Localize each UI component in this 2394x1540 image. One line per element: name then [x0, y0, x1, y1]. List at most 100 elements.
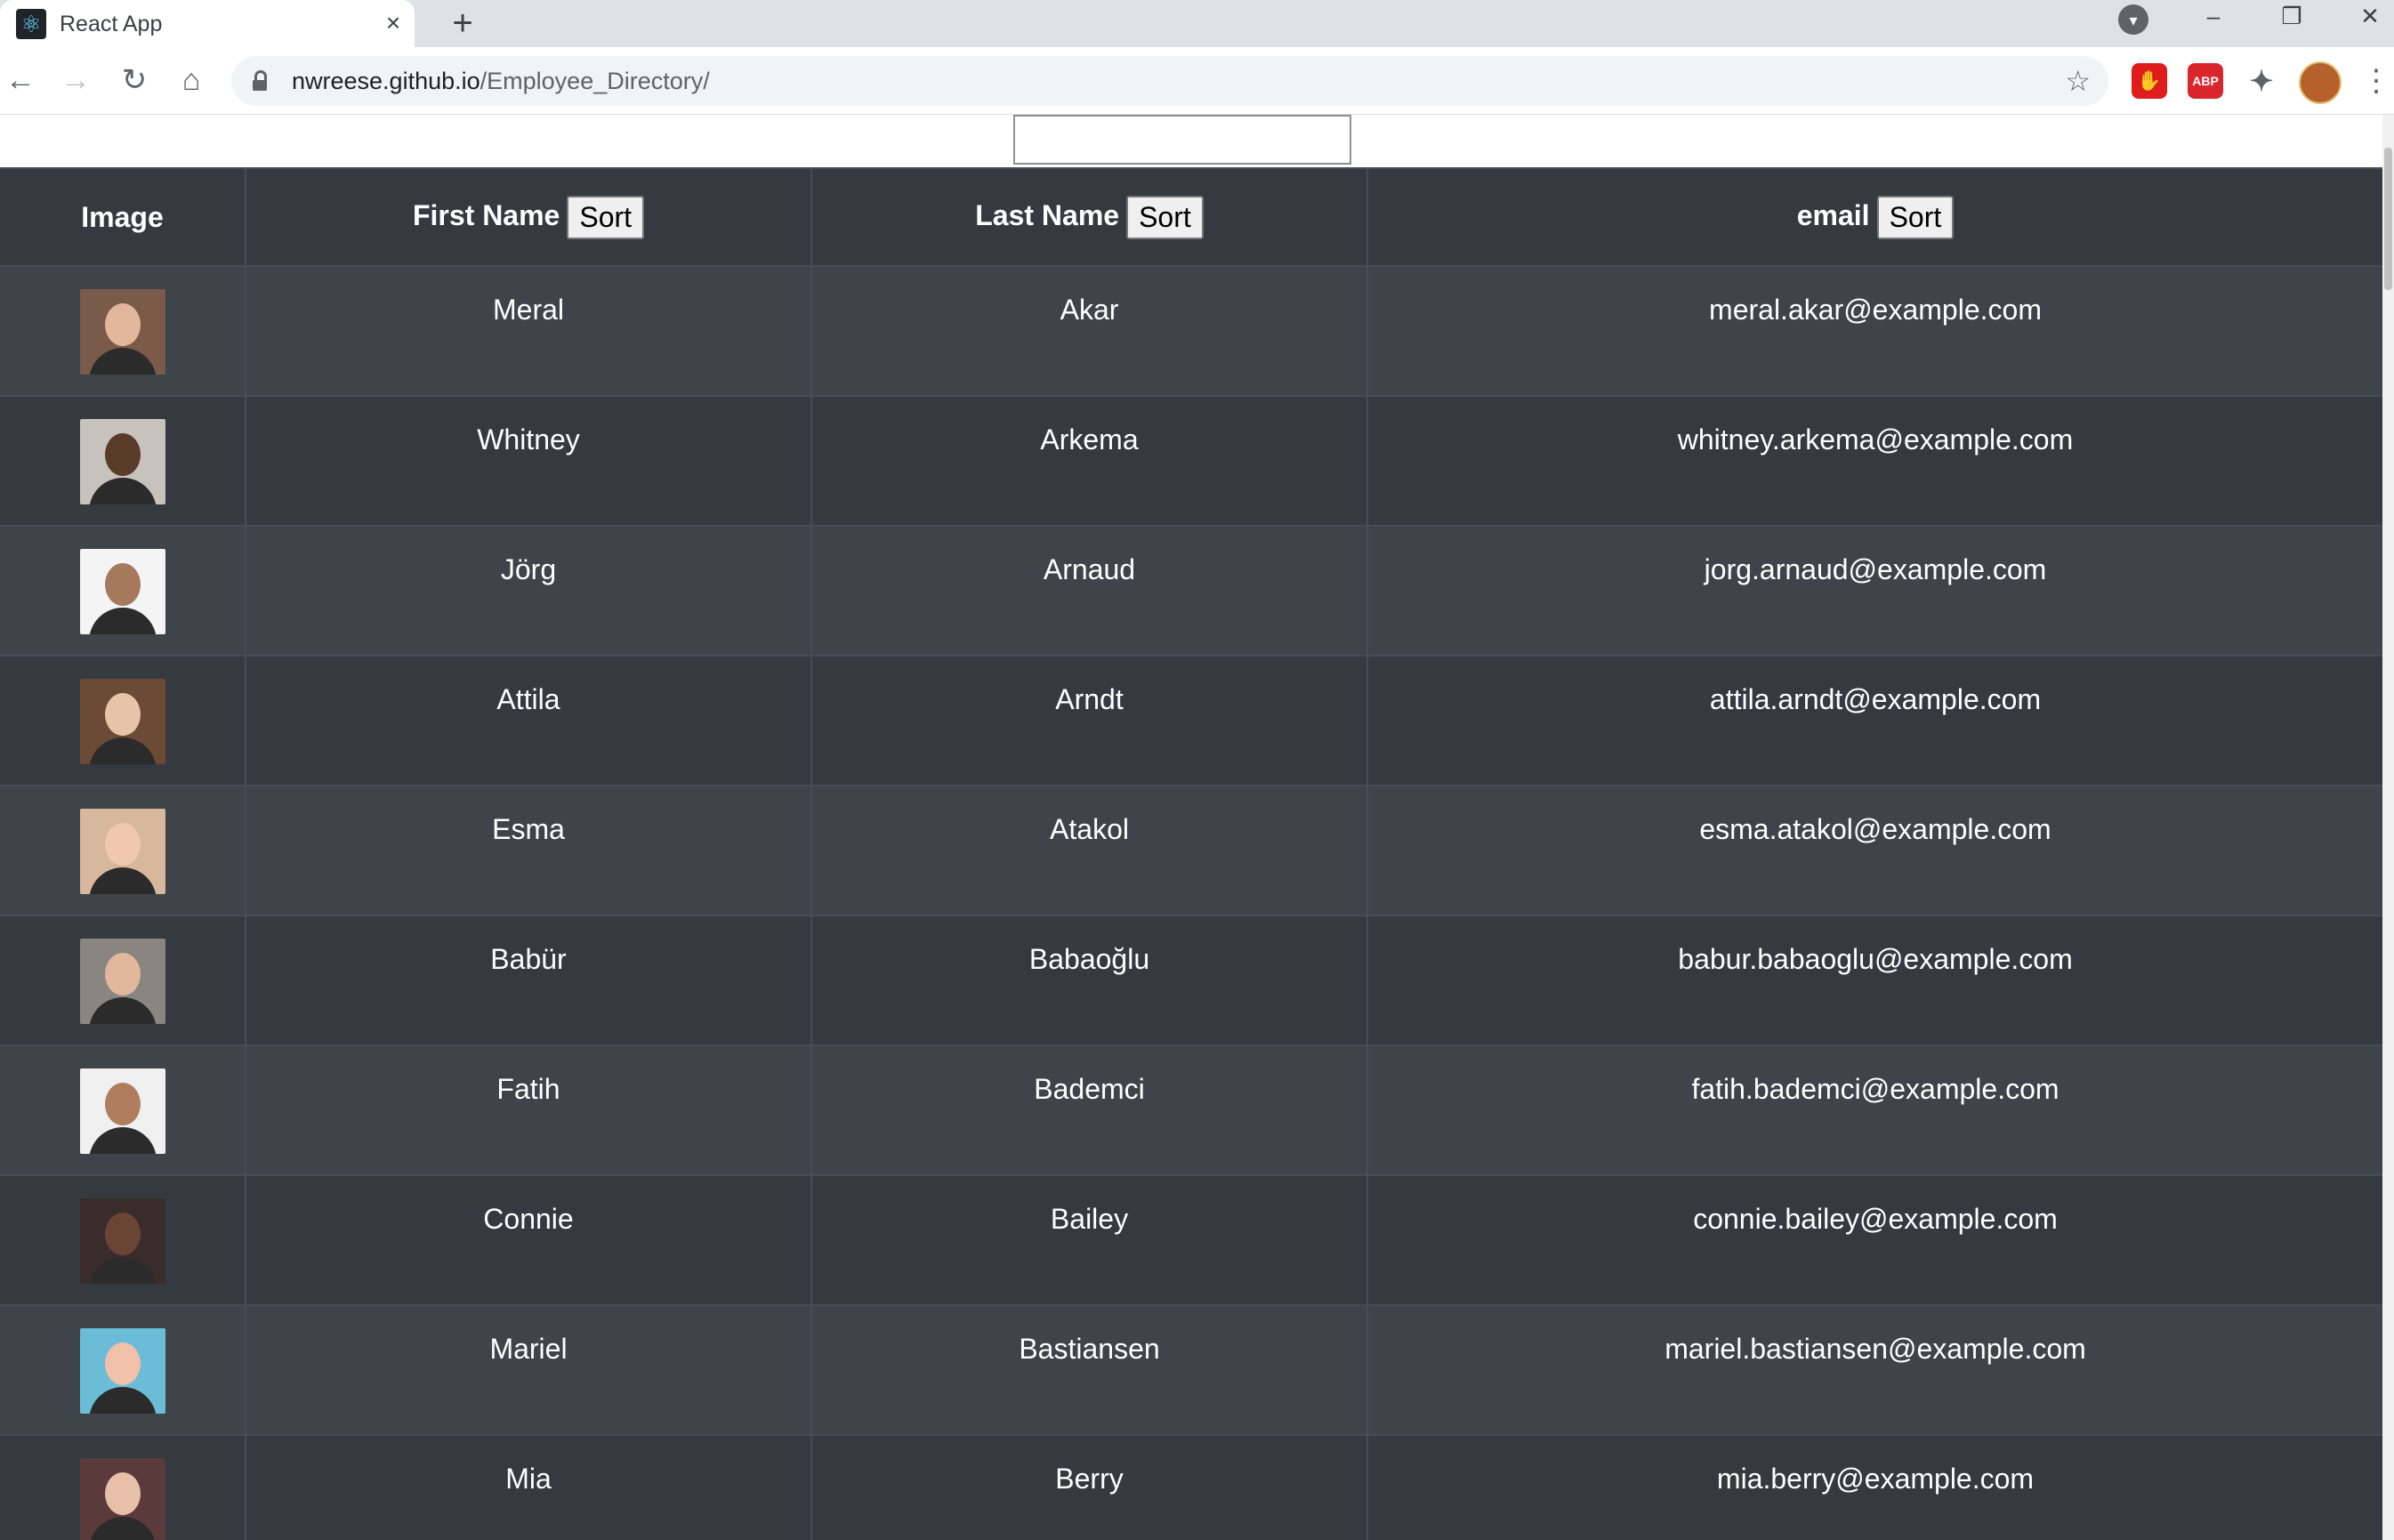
first-name-cell: Jörg [246, 525, 812, 656]
employee-photo [79, 1198, 165, 1284]
minimize-button[interactable]: – [2188, 0, 2238, 36]
image-cell [0, 785, 246, 915]
first-name-column-header: First Name Sort [246, 167, 812, 266]
browser-tab-strip: ⚛ React App × + ▾ – ❐ ✕ [0, 0, 2394, 47]
table-row: Meral Akar meral.akar@example.com [0, 265, 2382, 396]
employee-photo [79, 1458, 165, 1540]
url-host: nwreese.github.io [292, 68, 480, 94]
image-cell [0, 915, 246, 1045]
ublock-extension-icon[interactable]: ✋ [2132, 63, 2167, 99]
image-cell [0, 655, 246, 786]
first-name-cell: Fatih [246, 1044, 812, 1175]
table-row: Attila Arndt attila.arndt@example.com [0, 655, 2382, 786]
first-name-cell: Meral [246, 265, 812, 396]
first-name-cell: Mariel [246, 1304, 812, 1435]
employee-photo [79, 939, 165, 1024]
last-name-header-label: Last Name [975, 198, 1120, 231]
address-bar[interactable]: nwreese.github.io/Employee_Directory/ ☆ [231, 56, 2108, 106]
employee-table: Image First Name Sort Last Name Sort email… [0, 167, 2382, 1540]
table-row: Jörg Arnaud jorg.arnaud@example.com [0, 525, 2382, 656]
employee-photo [79, 1068, 165, 1154]
image-cell [0, 1434, 246, 1540]
close-window-button[interactable]: ✕ [2345, 0, 2394, 36]
email-cell: attila.arndt@example.com [1367, 655, 2382, 786]
home-icon[interactable]: ⌂ [171, 60, 212, 101]
tab-close-icon[interactable]: × [377, 7, 409, 39]
last-name-cell: Bademci [811, 1044, 1368, 1175]
email-cell: babur.babaoglu@example.com [1367, 915, 2382, 1045]
email-cell: whitney.arkema@example.com [1367, 395, 2382, 526]
email-cell: fatih.bademci@example.com [1367, 1044, 2382, 1175]
bookmark-star-icon[interactable]: ☆ [2065, 63, 2091, 99]
table-header-row: Image First Name Sort Last Name Sort email… [0, 167, 2382, 266]
extensions-puzzle-icon[interactable]: ✦ [2244, 63, 2279, 99]
browser-toolbar: ← → ↻ ⌂ nwreese.github.io/Employee_Direc… [0, 47, 2394, 115]
lock-icon[interactable] [253, 70, 267, 92]
employee-photo [79, 549, 165, 634]
email-cell: mia.berry@example.com [1367, 1434, 2382, 1540]
image-cell [0, 525, 246, 656]
last-name-cell: Arkema [811, 395, 1368, 526]
first-name-header-label: First Name [412, 198, 560, 231]
scrollbar-thumb[interactable] [2384, 148, 2392, 290]
search-input[interactable] [1013, 115, 1351, 165]
url-path: /Employee_Directory/ [480, 68, 710, 94]
page-scrollbar[interactable] [2382, 115, 2394, 1540]
table-row: Mia Berry mia.berry@example.com [0, 1434, 2382, 1540]
email-cell: meral.akar@example.com [1367, 265, 2382, 396]
image-cell [0, 1044, 246, 1175]
first-name-cell: Whitney [246, 395, 812, 526]
sort-first-name-button[interactable]: Sort [567, 195, 645, 239]
last-name-cell: Arndt [811, 655, 1368, 786]
email-cell: mariel.bastiansen@example.com [1367, 1304, 2382, 1435]
sort-email-button[interactable]: Sort [1876, 195, 1955, 239]
employee-photo [79, 289, 165, 375]
table-row: Mariel Bastiansen mariel.bastiansen@exampl… [0, 1304, 2382, 1435]
first-name-cell: Mia [246, 1434, 812, 1540]
last-name-cell: Akar [811, 265, 1368, 396]
image-cell [0, 1174, 246, 1305]
image-cell [0, 1304, 246, 1435]
table-row: Whitney Arkema whitney.arkema@example.com [0, 395, 2382, 526]
profile-avatar-icon[interactable] [2299, 61, 2342, 104]
react-favicon-icon: ⚛ [16, 9, 46, 39]
sort-last-name-button[interactable]: Sort [1126, 195, 1204, 239]
email-header-label: email [1796, 198, 1870, 231]
table-row: Connie Bailey connie.bailey@example.com [0, 1174, 2382, 1305]
employee-photo [79, 419, 165, 504]
employee-photo [79, 809, 165, 894]
image-cell [0, 265, 246, 396]
last-name-cell: Arnaud [811, 525, 1368, 656]
browser-tab[interactable]: ⚛ React App × [0, 0, 415, 47]
table-row: Fatih Bademci fatih.bademci@example.com [0, 1044, 2382, 1175]
last-name-cell: Bastiansen [811, 1304, 1368, 1435]
image-cell [0, 395, 246, 526]
browser-menu-icon[interactable]: ⋮ [2361, 63, 2391, 99]
forward-arrow-icon[interactable]: → [55, 60, 96, 101]
employee-photo [79, 679, 165, 764]
new-tab-button[interactable]: + [443, 4, 482, 43]
tab-search-icon[interactable]: ▾ [2118, 4, 2148, 35]
restore-button[interactable]: ❐ [2267, 0, 2317, 36]
last-name-column-header: Last Name Sort [811, 167, 1368, 266]
email-column-header: email Sort [1367, 167, 2382, 266]
adblock-plus-extension-icon[interactable]: ABP [2188, 63, 2223, 99]
page-viewport: Image First Name Sort Last Name Sort email… [0, 115, 2394, 1540]
last-name-cell: Babaoğlu [811, 915, 1368, 1045]
back-arrow-icon[interactable]: ← [0, 60, 41, 101]
email-cell: jorg.arnaud@example.com [1367, 525, 2382, 656]
reload-icon[interactable]: ↻ [114, 60, 155, 101]
search-bar-area [0, 115, 2382, 167]
employee-table-body: Meral Akar meral.akar@example.com Whitney Ar… [0, 265, 2382, 1540]
url-text[interactable]: nwreese.github.io/Employee_Directory/ [292, 56, 710, 106]
email-cell: esma.atakol@example.com [1367, 785, 2382, 915]
last-name-cell: Berry [811, 1434, 1368, 1540]
table-row: Babür Babaoğlu babur.babaoglu@example.com [0, 915, 2382, 1045]
image-header-label: Image [81, 200, 164, 233]
first-name-cell: Esma [246, 785, 812, 915]
last-name-cell: Atakol [811, 785, 1368, 915]
first-name-cell: Attila [246, 655, 812, 786]
image-column-header: Image [0, 167, 246, 266]
last-name-cell: Bailey [811, 1174, 1368, 1305]
first-name-cell: Connie [246, 1174, 812, 1305]
